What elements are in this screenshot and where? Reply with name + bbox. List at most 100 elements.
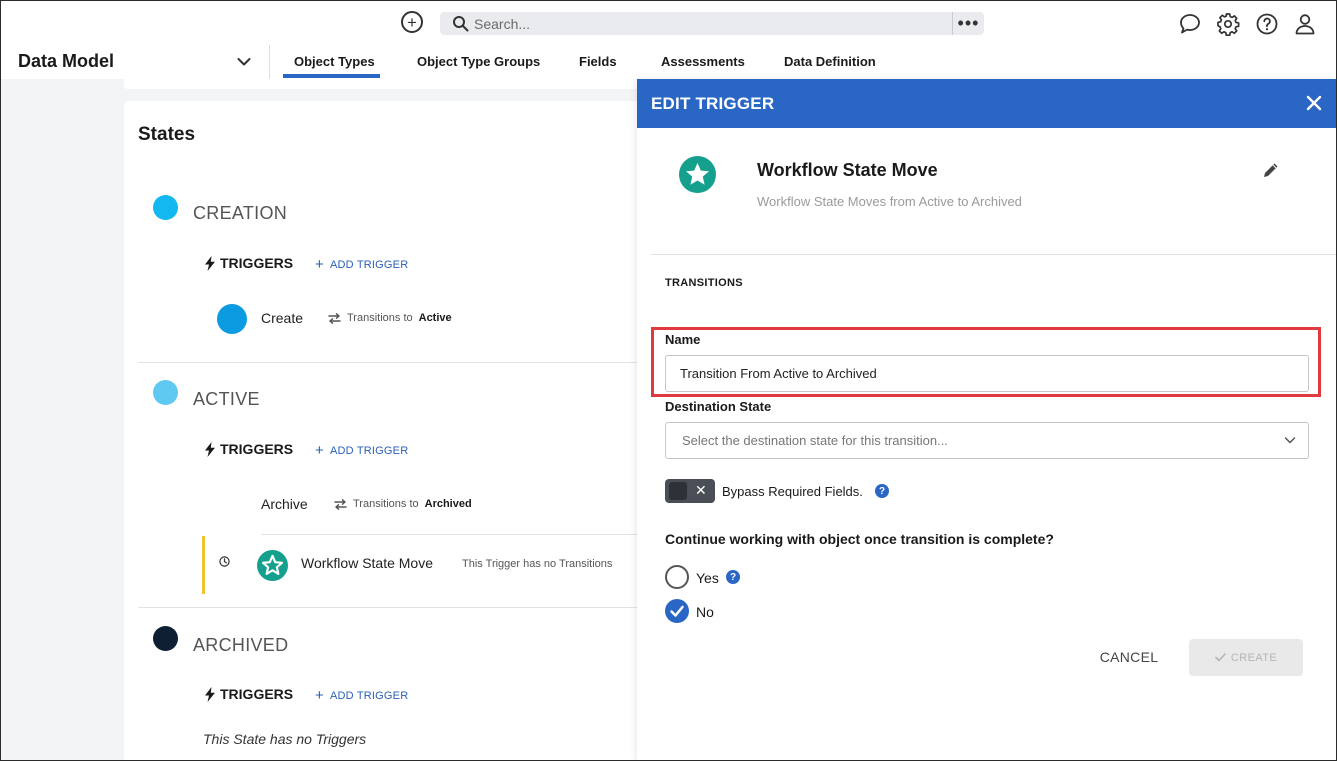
target-state: Archived (424, 498, 472, 510)
transition-name-create[interactable]: Create (261, 310, 303, 326)
close-icon[interactable] (1305, 94, 1323, 112)
add-trigger-button[interactable]: + ADD TRIGGER (315, 688, 408, 703)
search-icon (453, 16, 469, 32)
bolt-icon (205, 441, 215, 457)
bolt-icon (205, 255, 215, 271)
triggers-label: TRIGGERS (220, 686, 294, 702)
nav-bar: Data Model Object Types Object Type Grou… (1, 45, 1336, 79)
add-trigger-label: ADD TRIGGER (329, 689, 409, 702)
top-bar: + ••• (1, 1, 1336, 45)
chevron-down-icon[interactable] (237, 57, 251, 67)
plus-icon: + (315, 256, 324, 273)
tab-assessments[interactable]: Assessments (661, 54, 745, 69)
radio-yes-label: Yes (696, 570, 719, 586)
transition-dot (217, 304, 247, 334)
user-icon[interactable] (1293, 12, 1317, 36)
chat-icon[interactable] (1178, 12, 1202, 36)
transitions-to-label: Transitions to (347, 312, 413, 324)
destination-state-placeholder: Select the destination state for this tr… (682, 433, 948, 448)
bypass-toggle[interactable]: ✕ (665, 479, 715, 503)
state-name-creation: CREATION (193, 203, 288, 223)
destination-state-label: Destination State (665, 399, 772, 414)
transitions-to-label: Transitions to (353, 498, 419, 510)
edit-trigger-panel: EDIT TRIGGER Workflow State Move Workflo… (637, 79, 1336, 760)
continue-question: Continue working with object once transi… (665, 531, 1054, 547)
state-divider (138, 362, 644, 363)
tab-object-types[interactable]: Object Types (294, 54, 375, 69)
transition-name-archive[interactable]: Archive (261, 496, 308, 512)
swap-icon (328, 312, 341, 324)
tab-fields[interactable]: Fields (579, 54, 617, 69)
toggle-knob (669, 482, 687, 500)
plus-icon: + (315, 442, 324, 459)
check-icon (670, 605, 684, 617)
states-title: States (138, 124, 196, 145)
help-icon[interactable]: ? (726, 570, 740, 584)
close-icon: ✕ (695, 482, 707, 498)
state-dot-archived (153, 626, 178, 651)
search-bar: ••• (440, 12, 984, 35)
search-more-button[interactable]: ••• (952, 12, 984, 35)
state-divider (138, 607, 644, 608)
states-card (124, 101, 644, 760)
trigger-description: Workflow State Moves from Active to Arch… (757, 194, 1022, 209)
triggers-label: TRIGGERS (220, 255, 294, 271)
triggers-heading: TRIGGERS (204, 255, 293, 271)
radio-no-label: No (696, 604, 714, 620)
trigger-accent-bar (202, 536, 205, 594)
transition-target: Transitions to Active (328, 312, 452, 324)
add-trigger-label: ADD TRIGGER (329, 444, 409, 457)
tab-object-type-groups[interactable]: Object Type Groups (417, 54, 540, 69)
state-name-active: ACTIVE (193, 389, 260, 409)
state-dot-creation (153, 195, 178, 220)
destination-state-select[interactable]: Select the destination state for this tr… (665, 422, 1309, 459)
pencil-icon[interactable] (1262, 161, 1280, 179)
panel-title: EDIT TRIGGER (651, 94, 775, 113)
nav-divider (269, 45, 270, 79)
panel-header: EDIT TRIGGER (637, 79, 1336, 128)
plus-icon: + (315, 687, 324, 704)
cancel-button[interactable]: CANCEL (1087, 639, 1171, 675)
clock-icon (219, 556, 230, 567)
help-icon[interactable]: ? (875, 484, 889, 498)
triggers-label: TRIGGERS (220, 441, 294, 457)
name-input[interactable] (665, 355, 1309, 392)
state-name-archived: ARCHIVED (193, 635, 289, 655)
app-window: + ••• Data Model (0, 0, 1337, 761)
gear-icon[interactable] (1216, 12, 1240, 36)
star-icon (679, 156, 716, 193)
add-trigger-label: ADD TRIGGER (329, 258, 409, 271)
triggers-heading: TRIGGERS (204, 441, 293, 457)
trigger-name-workflow[interactable]: Workflow State Move (301, 555, 433, 571)
add-trigger-button[interactable]: + ADD TRIGGER (315, 443, 408, 458)
active-tab-indicator (283, 74, 380, 78)
swap-icon (334, 498, 347, 510)
bolt-icon (205, 686, 215, 702)
state-dot-active (153, 380, 178, 405)
panel-divider (651, 254, 1336, 255)
chevron-down-icon (1284, 437, 1296, 444)
help-icon[interactable] (1255, 12, 1279, 36)
card-header-remnant (124, 79, 644, 89)
trigger-note: This Trigger has no Transitions (462, 558, 613, 570)
check-icon (1215, 653, 1226, 662)
star-icon (257, 550, 288, 581)
module-selector[interactable]: Data Model (18, 51, 114, 72)
create-button[interactable]: CREATE (1189, 639, 1303, 676)
add-icon[interactable]: + (401, 11, 423, 33)
empty-triggers-message: This State has no Triggers (203, 731, 367, 747)
transition-target: Transitions to Archived (334, 498, 472, 510)
create-button-label: CREATE (1230, 651, 1278, 664)
radio-no[interactable] (665, 599, 689, 623)
section-label: TRANSITIONS (665, 277, 743, 289)
radio-yes[interactable] (665, 565, 689, 589)
target-state: Active (418, 312, 452, 324)
bypass-label: Bypass Required Fields. (722, 484, 863, 499)
tab-data-definition[interactable]: Data Definition (784, 54, 876, 69)
add-trigger-button[interactable]: + ADD TRIGGER (315, 257, 408, 272)
row-divider (261, 534, 644, 535)
trigger-title: Workflow State Move (757, 160, 938, 180)
search-input[interactable] (474, 12, 944, 35)
name-label: Name (665, 332, 701, 347)
triggers-heading: TRIGGERS (204, 686, 293, 702)
